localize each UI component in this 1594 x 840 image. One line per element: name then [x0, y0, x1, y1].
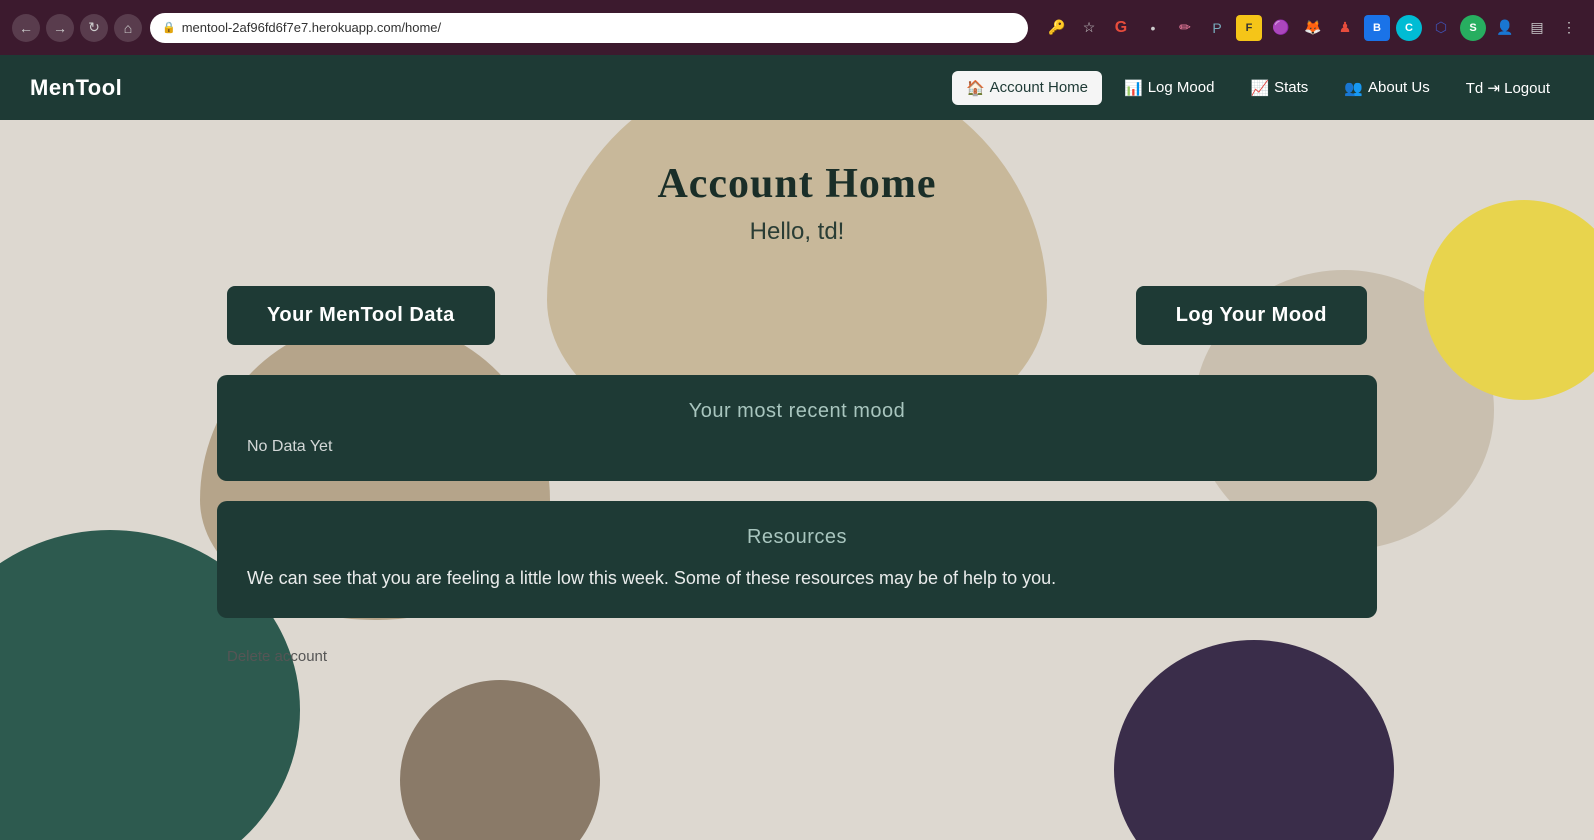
- browser-forward[interactable]: →: [46, 14, 74, 42]
- cyan-ext-icon[interactable]: C: [1396, 15, 1422, 41]
- action-buttons: Your MenTool Data Log Your Mood: [217, 286, 1377, 345]
- mood-card: Your most recent mood No Data Yet: [217, 375, 1377, 481]
- url-text: mentool-2af96fd6f7e7.herokuapp.com/home/: [182, 20, 441, 35]
- lock-icon: 🔒: [162, 21, 176, 34]
- nav-log-mood[interactable]: 📊 Log Mood: [1110, 71, 1228, 105]
- nav-logout[interactable]: Td ⇥ Logout: [1452, 71, 1564, 105]
- main-content: Account Home Hello, td! Your MenTool Dat…: [0, 120, 1594, 840]
- brown-ext-icon[interactable]: 🦊: [1300, 15, 1326, 41]
- mood-card-title: Your most recent mood: [247, 400, 1347, 423]
- page-subtitle: Hello, td!: [217, 218, 1377, 246]
- delete-account-section: Delete account: [217, 638, 1377, 676]
- about-icon: 👥: [1344, 79, 1363, 97]
- nav-stats[interactable]: 📈 Stats: [1236, 71, 1322, 105]
- p-ext-icon[interactable]: P: [1204, 15, 1230, 41]
- ext-dot-icon[interactable]: •: [1140, 15, 1166, 41]
- resources-card-title: Resources: [247, 526, 1347, 549]
- sidebar-icon[interactable]: ▤: [1524, 15, 1550, 41]
- blue-ext-icon[interactable]: B: [1364, 15, 1390, 41]
- resources-card: Resources We can see that you are feelin…: [217, 501, 1377, 618]
- browser-refresh[interactable]: ↻: [80, 14, 108, 42]
- address-bar[interactable]: 🔒 mentool-2af96fd6f7e7.herokuapp.com/hom…: [150, 13, 1028, 43]
- nav-about-us[interactable]: 👥 About Us: [1330, 71, 1443, 105]
- log-mood-icon: 📊: [1124, 79, 1143, 97]
- nav-stats-label: Stats: [1274, 79, 1308, 96]
- browser-back[interactable]: ←: [12, 14, 40, 42]
- nav-about-us-label: About Us: [1368, 79, 1430, 96]
- key-icon[interactable]: 🔑: [1044, 15, 1070, 41]
- g-extension-icon[interactable]: G: [1108, 15, 1134, 41]
- mood-card-content: No Data Yet: [247, 438, 1347, 456]
- yellow-ext-icon[interactable]: F: [1236, 15, 1262, 41]
- brand-name: MenTool: [30, 75, 122, 101]
- ext-icon-2[interactable]: ⬡: [1428, 15, 1454, 41]
- chess-ext-icon[interactable]: ♟: [1332, 15, 1358, 41]
- nav-log-mood-label: Log Mood: [1148, 79, 1215, 96]
- profile-icon[interactable]: 👤: [1492, 15, 1518, 41]
- home-icon: 🏠: [966, 79, 985, 97]
- nav-logout-label: Td ⇥ Logout: [1466, 79, 1550, 97]
- delete-account-link[interactable]: Delete account: [227, 648, 327, 665]
- browser-icons: 🔑 ☆ G • ✏ P F 🟣 🦊 ♟ B C ⬡ S 👤 ▤ ⋮: [1044, 15, 1582, 41]
- menu-icon[interactable]: ⋮: [1556, 15, 1582, 41]
- stats-icon: 📈: [1250, 79, 1269, 97]
- navbar: MenTool 🏠 Account Home 📊 Log Mood 📈 Stat…: [0, 55, 1594, 120]
- star-icon[interactable]: ☆: [1076, 15, 1102, 41]
- page-content: Account Home Hello, td! Your MenTool Dat…: [197, 120, 1397, 706]
- purple-ext-icon[interactable]: 🟣: [1268, 15, 1294, 41]
- log-your-mood-button[interactable]: Log Your Mood: [1136, 286, 1367, 345]
- resources-card-content: We can see that you are feeling a little…: [247, 564, 1347, 593]
- navbar-links: 🏠 Account Home 📊 Log Mood 📈 Stats 👥 Abou…: [952, 71, 1564, 105]
- page-title: Account Home: [217, 160, 1377, 208]
- pencil-icon[interactable]: ✏: [1172, 15, 1198, 41]
- browser-chrome: ← → ↻ ⌂ 🔒 mentool-2af96fd6f7e7.herokuapp…: [0, 0, 1594, 55]
- browser-controls: ← → ↻ ⌂: [12, 14, 142, 42]
- nav-account-home-label: Account Home: [990, 79, 1088, 96]
- green-ext-icon[interactable]: S: [1460, 15, 1486, 41]
- browser-home[interactable]: ⌂: [114, 14, 142, 42]
- mentool-data-button[interactable]: Your MenTool Data: [227, 286, 495, 345]
- nav-account-home[interactable]: 🏠 Account Home: [952, 71, 1102, 105]
